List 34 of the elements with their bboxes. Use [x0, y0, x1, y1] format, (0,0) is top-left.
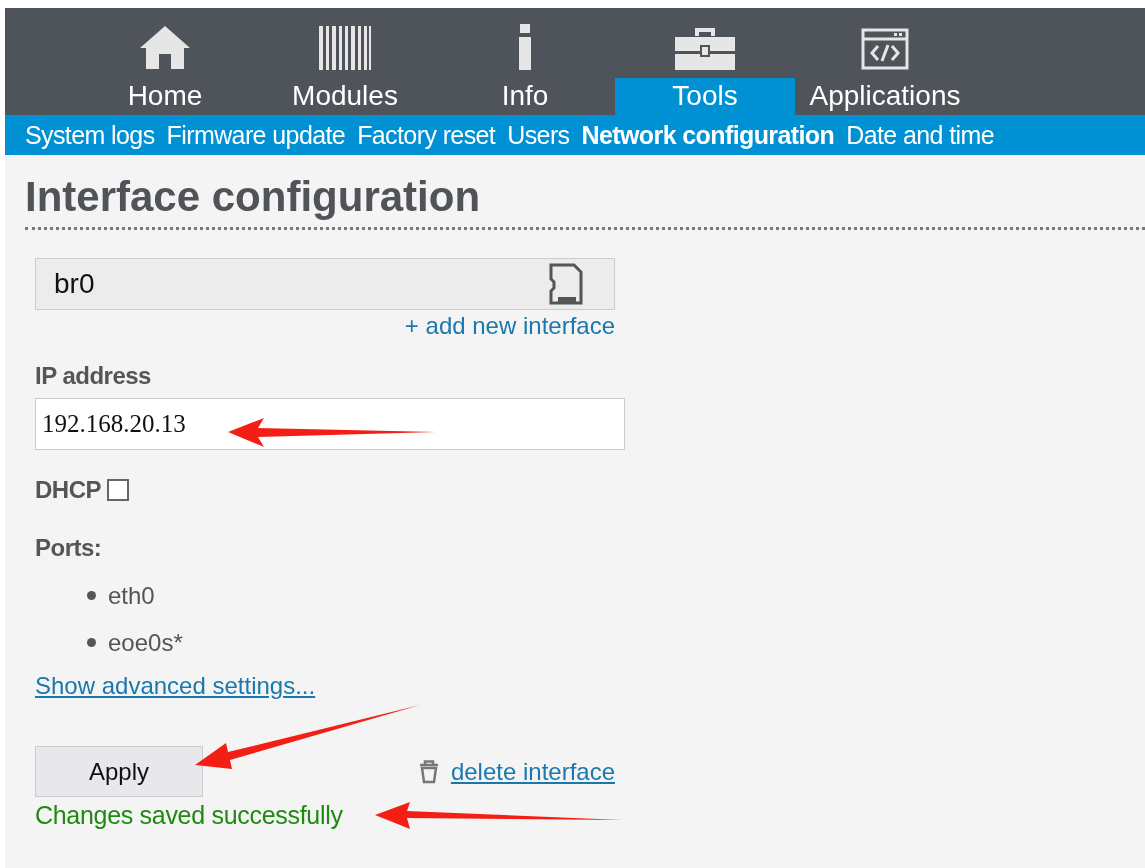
- port-name: eoe0s*: [108, 628, 183, 657]
- apply-button[interactable]: Apply: [35, 746, 203, 797]
- sub-nav-link[interactable]: Factory reset: [357, 120, 496, 150]
- ip-address-field[interactable]: 192.168.20.13: [35, 398, 625, 450]
- bullet-icon: [87, 591, 96, 600]
- barcode-icon: [319, 26, 371, 70]
- dhcp-checkbox[interactable]: [107, 479, 129, 501]
- nav-tab[interactable]: Home: [75, 8, 255, 115]
- nav-tab[interactable]: Modules: [255, 8, 435, 115]
- info-icon: [518, 24, 532, 70]
- sub-nav-link[interactable]: Users: [507, 120, 570, 150]
- nav-tab[interactable]: Info: [435, 8, 615, 115]
- sub-nav-link[interactable]: Network configuration: [581, 120, 835, 150]
- success-message: Changes saved successfully: [35, 801, 343, 830]
- delete-interface-link[interactable]: delete interface: [450, 757, 615, 786]
- toolbox-icon: [675, 28, 735, 70]
- page-heading: Interface configuration: [25, 173, 1145, 230]
- sub-nav-link[interactable]: Date and time: [846, 120, 995, 150]
- bullet-icon: [87, 638, 96, 647]
- field-label: IP address: [35, 362, 152, 390]
- ports-label: Ports:: [35, 534, 103, 562]
- interface-selector[interactable]: br0: [35, 258, 615, 310]
- add-interface-link[interactable]: + add new interface: [404, 312, 615, 339]
- advanced-settings-link[interactable]: Show advanced settings...: [35, 672, 316, 699]
- sub-nav-link[interactable]: Firmware update: [166, 120, 346, 150]
- sub-nav-link[interactable]: System logs: [25, 120, 155, 150]
- trash-icon: [418, 759, 439, 784]
- port-name: eth0: [108, 581, 155, 610]
- sd-card-icon: [548, 263, 584, 305]
- nav-tab[interactable]: Applications: [795, 8, 975, 115]
- nav-tab[interactable]: Tools: [615, 8, 795, 115]
- checkbox-label: DHCP: [35, 476, 101, 504]
- house-icon: [138, 24, 192, 70]
- code-window-icon: [861, 28, 909, 70]
